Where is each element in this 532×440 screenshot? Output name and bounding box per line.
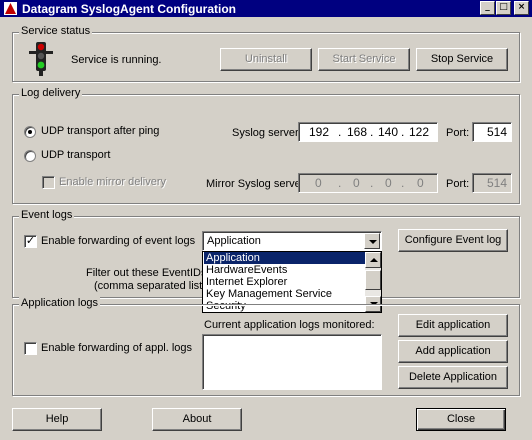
minimize-button[interactable]: _ <box>480 1 495 15</box>
event-log-select[interactable]: Application <box>202 231 382 251</box>
port-field[interactable]: 514 <box>472 122 512 142</box>
add-application-button[interactable]: Add application <box>398 340 508 363</box>
filter-eventids-hint: (comma separated list) <box>94 280 206 292</box>
mirror-delivery-checkbox[interactable] <box>42 176 55 189</box>
event-logs-forwarding-checkbox[interactable]: ✓ <box>24 235 37 248</box>
dropdown-option[interactable]: HardwareEvents <box>204 264 366 276</box>
monitored-app-logs-list[interactable] <box>202 334 382 390</box>
event-logs-forwarding-label[interactable]: Enable forwarding of event logs <box>41 235 195 247</box>
radio-udp-after-ping[interactable] <box>24 126 36 138</box>
app-logs-forwarding-label[interactable]: Enable forwarding of appl. logs <box>41 342 192 354</box>
mirror-ip-octet-3: 0 <box>385 176 392 190</box>
event-logs-label: Event logs <box>19 209 75 221</box>
ip-dot: . <box>338 125 342 139</box>
configure-event-log-button[interactable]: Configure Event log <box>398 229 508 252</box>
title-bar: Datagram SyslogAgent Configuration _ □ × <box>0 0 532 17</box>
app-icon <box>4 2 17 15</box>
help-button[interactable]: Help <box>12 408 102 431</box>
ip-octet-4: 122 <box>409 125 430 139</box>
ip-dot: . <box>370 125 374 139</box>
syslog-server-ip-field[interactable]: 192 . 168 . 140 . 122 <box>298 122 438 142</box>
ip-dot: . <box>370 176 374 190</box>
dropdown-option[interactable]: Internet Explorer <box>204 276 366 288</box>
dropdown-scrollbar[interactable] <box>365 252 381 312</box>
close-button[interactable]: Close <box>416 408 506 431</box>
service-status-label: Service status <box>19 25 93 37</box>
log-delivery-label: Log delivery <box>19 87 83 99</box>
ip-octet-1: 192 <box>309 125 330 139</box>
uninstall-button[interactable]: Uninstall <box>220 48 312 71</box>
window-title: Datagram SyslogAgent Configuration <box>22 2 237 16</box>
dropdown-option[interactable]: Key Management Service <box>204 288 366 300</box>
app-logs-forwarding-checkbox[interactable] <box>24 342 37 355</box>
ip-dot: . <box>401 176 405 190</box>
start-service-button[interactable]: Start Service <box>318 48 410 71</box>
about-button[interactable]: About <box>152 408 242 431</box>
ip-octet-3: 140 <box>378 125 399 139</box>
syslog-server-label: Syslog server: <box>232 127 302 139</box>
radio-udp-transport-label[interactable]: UDP transport <box>41 149 111 161</box>
radio-udp-after-ping-label[interactable]: UDP transport after ping <box>41 125 159 137</box>
port-value: 514 <box>486 125 507 139</box>
mirror-port-field[interactable]: 514 <box>472 173 512 193</box>
event-log-selected-value: Application <box>207 235 261 247</box>
mirror-port-label: Port: <box>446 178 470 190</box>
maximize-button[interactable]: □ <box>496 1 511 15</box>
delete-application-button[interactable]: Delete Application <box>398 366 508 389</box>
close-window-button[interactable]: × <box>514 1 529 15</box>
dropdown-option[interactable]: Application <box>204 252 366 264</box>
port-label: Port: <box>446 127 470 139</box>
ip-octet-2: 168 <box>347 125 368 139</box>
application-logs-label: Application logs <box>19 297 101 309</box>
ip-dot: . <box>338 176 342 190</box>
radio-udp-transport[interactable] <box>24 150 36 162</box>
edit-application-button[interactable]: Edit application <box>398 314 508 337</box>
traffic-light-icon <box>29 42 53 76</box>
mirror-server-label: Mirror Syslog server: <box>206 178 308 190</box>
monitored-app-logs-label: Current application logs monitored: <box>204 319 375 331</box>
mirror-ip-octet-4: 0 <box>417 176 424 190</box>
mirror-port-value: 514 <box>486 176 507 190</box>
service-status-text: Service is running. <box>71 54 162 66</box>
ip-dot: . <box>401 125 405 139</box>
scroll-thumb[interactable] <box>365 270 381 290</box>
stop-service-button[interactable]: Stop Service <box>416 48 508 71</box>
mirror-ip-octet-2: 0 <box>353 176 360 190</box>
mirror-server-ip-field[interactable]: 0 . 0 . 0 . 0 <box>298 173 438 193</box>
filter-eventids-label: Filter out these EventIDs: <box>86 267 210 279</box>
mirror-ip-octet-1: 0 <box>315 176 322 190</box>
scroll-up-arrow-icon[interactable] <box>365 252 381 268</box>
dropdown-arrow-icon[interactable] <box>364 233 380 249</box>
mirror-delivery-label: Enable mirror delivery <box>59 176 166 188</box>
